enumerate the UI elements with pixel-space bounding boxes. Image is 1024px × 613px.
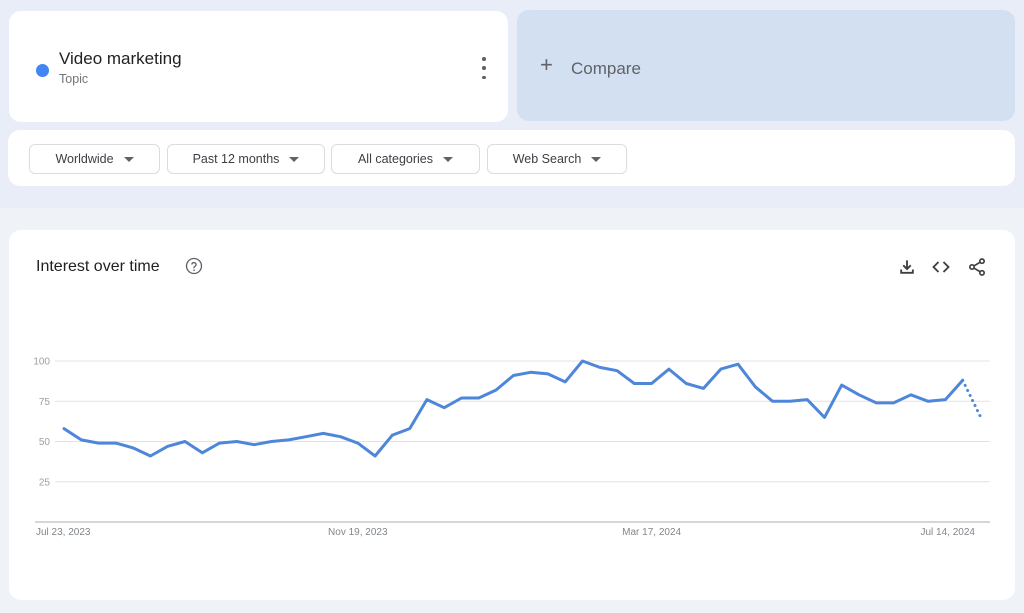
series-partial-segment — [961, 378, 982, 418]
data-point — [892, 401, 895, 404]
data-point — [564, 380, 567, 383]
data-point — [443, 406, 446, 409]
data-point — [460, 397, 463, 400]
data-point — [374, 454, 377, 457]
data-point — [63, 427, 66, 430]
data-point — [477, 397, 480, 400]
data-point — [581, 360, 584, 363]
data-point — [235, 440, 238, 443]
data-point — [909, 393, 912, 396]
data-point — [598, 366, 601, 369]
interest-chart: 25 50 75 100 Jul 23, 2023 Nov 19, 2023 Mar 17,… — [33, 357, 990, 538]
data-point — [529, 371, 532, 374]
y-tick-label: 75 — [39, 397, 51, 408]
data-point — [616, 369, 619, 372]
data-point — [840, 384, 843, 387]
data-point — [685, 382, 688, 385]
data-point — [166, 445, 169, 448]
data-point — [875, 401, 878, 404]
data-point — [858, 393, 861, 396]
data-point — [287, 438, 290, 441]
data-point — [97, 442, 100, 445]
data-point — [737, 363, 740, 366]
data-point — [633, 382, 636, 385]
data-point — [339, 435, 342, 438]
data-point — [132, 446, 135, 449]
data-point — [823, 416, 826, 419]
data-point — [495, 388, 498, 391]
y-tick-label: 100 — [33, 357, 50, 368]
data-point — [356, 442, 359, 445]
data-point — [408, 427, 411, 430]
data-point — [425, 398, 428, 401]
data-point — [650, 382, 653, 385]
data-point — [183, 440, 186, 443]
data-point — [944, 398, 947, 401]
data-point — [806, 398, 809, 401]
data-point — [702, 387, 705, 390]
x-tick-label: Jul 23, 2023 — [36, 527, 91, 538]
data-point — [927, 400, 930, 403]
data-point — [149, 454, 152, 457]
data-point — [754, 385, 757, 388]
data-point — [719, 368, 722, 371]
data-point — [270, 440, 273, 443]
data-point — [771, 400, 774, 403]
data-point — [391, 434, 394, 437]
data-point — [304, 435, 307, 438]
y-tick-label: 50 — [39, 437, 51, 448]
data-point — [788, 400, 791, 403]
x-tick-label: Jul 14, 2024 — [921, 527, 976, 538]
data-point — [667, 368, 670, 371]
data-point — [114, 442, 117, 445]
data-point — [546, 372, 549, 375]
x-tick-label: Nov 19, 2023 — [328, 527, 388, 538]
data-point — [201, 451, 204, 454]
data-point — [322, 432, 325, 435]
data-point — [512, 374, 515, 377]
data-point — [218, 442, 221, 445]
x-tick-label: Mar 17, 2024 — [622, 527, 681, 538]
y-tick-label: 25 — [39, 477, 51, 488]
data-point — [979, 414, 982, 417]
data-point — [961, 379, 964, 382]
data-point — [253, 443, 256, 446]
data-point — [80, 438, 83, 441]
